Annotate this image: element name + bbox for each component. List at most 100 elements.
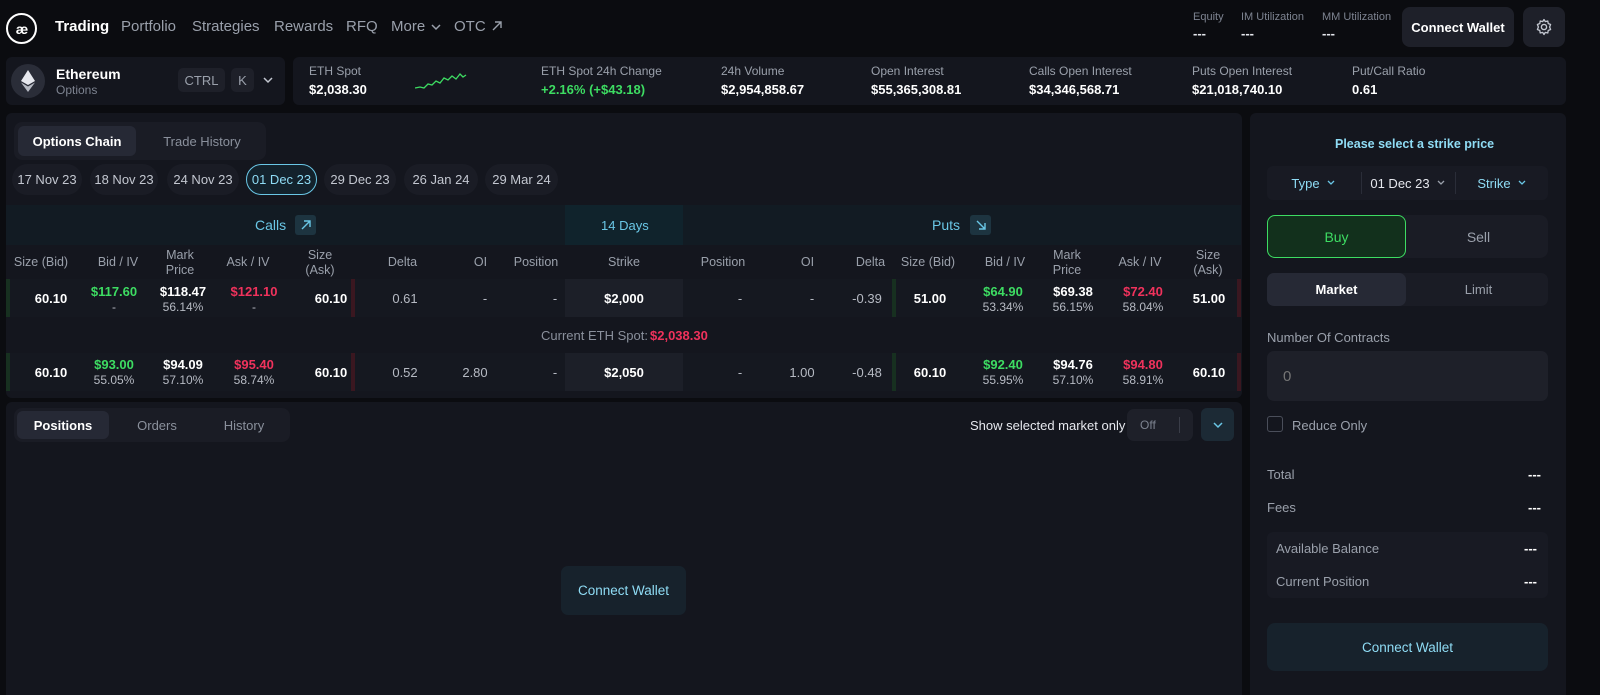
expiry-01dec23[interactable]: 01 Dec 23 [246,164,317,195]
eth-spot-label: ETH Spot [309,64,362,78]
show-selected-toggle[interactable]: Off [1127,409,1193,441]
buy-button[interactable]: Buy [1267,215,1406,258]
toggle-state: Off [1140,418,1156,432]
tab-trade-history[interactable]: Trade History [142,126,262,156]
tab-positions[interactable]: Positions [17,411,109,439]
col-put-bid-iv: Bid / IV [984,255,1026,269]
market-selector[interactable]: Ethereum Options CTRL K [6,57,285,105]
call-bid-iv: 55.05% [93,373,135,387]
put-ask[interactable]: $72.40 [1110,284,1176,299]
put-oi: 1.00 [789,365,815,380]
put-mark-iv: 57.10% [1052,373,1094,387]
expiry-select-label: 01 Dec 23 [1370,175,1430,191]
reduce-only-checkbox[interactable] [1267,416,1283,432]
put-size-bid: 51.00 [913,291,947,306]
bid-depth-bar [6,279,10,317]
shortcut-k: K [231,68,254,92]
col-put-mark-line1: Mark [1053,248,1081,262]
puts-title: Puts [932,217,961,233]
strike-select[interactable]: Strike [1456,166,1548,200]
put-ask-iv: 58.04% [1122,300,1164,314]
call-ask[interactable]: $121.10 [220,284,288,299]
put-ask-iv: 58.91% [1122,373,1164,387]
col-strike: Strike [608,255,640,269]
col-delta: Delta [387,255,418,269]
col-mark-line1: Mark [166,248,194,262]
col-ask-iv: Ask / IV [226,255,270,269]
col-size-ask-line2: (Ask) [305,263,335,277]
put-bid[interactable]: $64.90 [972,284,1034,299]
im-utilization-label: IM Utilization [1241,11,1304,23]
equity-label: Equity [1193,11,1224,23]
connect-wallet-button[interactable]: Connect Wallet [561,566,686,615]
put-bid-iv: 53.34% [982,300,1024,314]
puts-expand-button[interactable] [970,215,991,235]
nav-rewards[interactable]: Rewards [274,18,333,35]
gear-icon [1536,18,1552,36]
col-mark-price: Mark Price [155,248,205,278]
contracts-input[interactable] [1267,351,1548,401]
nav-strategies[interactable]: Strategies [192,18,260,35]
call-ask-iv: 58.74% [233,373,275,387]
expiry-17nov23[interactable]: 17 Nov 23 [12,164,82,195]
tab-orders[interactable]: Orders [111,411,203,439]
market-order-button[interactable]: Market [1267,273,1406,306]
available-balance-label: Available Balance [1276,541,1380,556]
col-size-ask-line1: Size [307,248,333,262]
call-delta: 0.61 [392,291,418,306]
settings-button[interactable] [1523,7,1565,47]
call-ask[interactable]: $95.40 [220,357,288,372]
logo-icon[interactable]: æ [6,13,37,44]
tab-options-chain[interactable]: Options Chain [18,126,136,156]
eth-spot-value: $2,038.30 [309,82,367,97]
expiry-18nov23[interactable]: 18 Nov 23 [90,164,158,195]
open-interest-value: $55,365,308.81 [871,82,962,97]
arrow-up-right-icon [301,220,311,230]
col-oi: OI [473,255,488,269]
limit-order-button[interactable]: Limit [1409,273,1548,306]
call-position: - [552,365,558,380]
type-select[interactable]: Type [1267,166,1360,200]
fees-label: Fees [1267,500,1296,515]
put-call-ratio-label: Put/Call Ratio [1352,64,1426,78]
col-size-ask: Size (Ask) [292,248,348,278]
nav-trading[interactable]: Trading [55,18,109,35]
current-spot-label: Current ETH Spot: [541,328,648,343]
connect-wallet-button[interactable]: Connect Wallet [1402,7,1514,47]
expiry-29mar24[interactable]: 29 Mar 24 [485,164,558,195]
call-bid[interactable]: $93.00 [82,357,146,372]
put-ask[interactable]: $94.80 [1110,357,1176,372]
strike-price: $2,000 [604,291,644,306]
calls-expand-button[interactable] [295,215,316,235]
nav-rfq[interactable]: RFQ [346,18,378,35]
nav-portfolio[interactable]: Portfolio [121,18,176,35]
put-bid[interactable]: $92.40 [972,357,1034,372]
strike-select-label: Strike [1477,175,1511,191]
nav-otc[interactable]: OTC [454,18,486,35]
call-oi: - [482,291,488,306]
tab-history[interactable]: History [198,411,290,439]
put-delta: -0.39 [852,291,882,306]
expiry-select[interactable]: 01 Dec 23 [1362,166,1454,200]
col-mark-line2: Price [165,263,195,277]
chevron-down-icon [1518,180,1526,185]
volume-24h-label: 24h Volume [721,64,785,78]
expiry-24nov23[interactable]: 24 Nov 23 [167,164,239,195]
put-mark-iv: 56.15% [1052,300,1094,314]
call-delta: 0.52 [392,365,418,380]
sell-button[interactable]: Sell [1409,215,1548,258]
expiry-26jan24[interactable]: 26 Jan 24 [404,164,478,195]
market-type: Options [56,83,98,97]
col-put-mark-price: Mark Price [1042,248,1092,278]
chevron-down-icon [431,24,441,31]
expiry-29dec23[interactable]: 29 Dec 23 [324,164,396,195]
col-put-delta: Delta [855,255,886,269]
connect-wallet-button[interactable]: Connect Wallet [1267,623,1548,671]
call-bid-iv: - [112,300,116,314]
call-position: - [552,291,558,306]
call-bid[interactable]: $117.60 [82,284,146,299]
current-spot-value: $2,038.30 [650,328,708,343]
collapse-button[interactable] [1201,408,1234,441]
put-mark: $94.76 [1053,357,1093,372]
nav-more[interactable]: More [391,18,425,35]
